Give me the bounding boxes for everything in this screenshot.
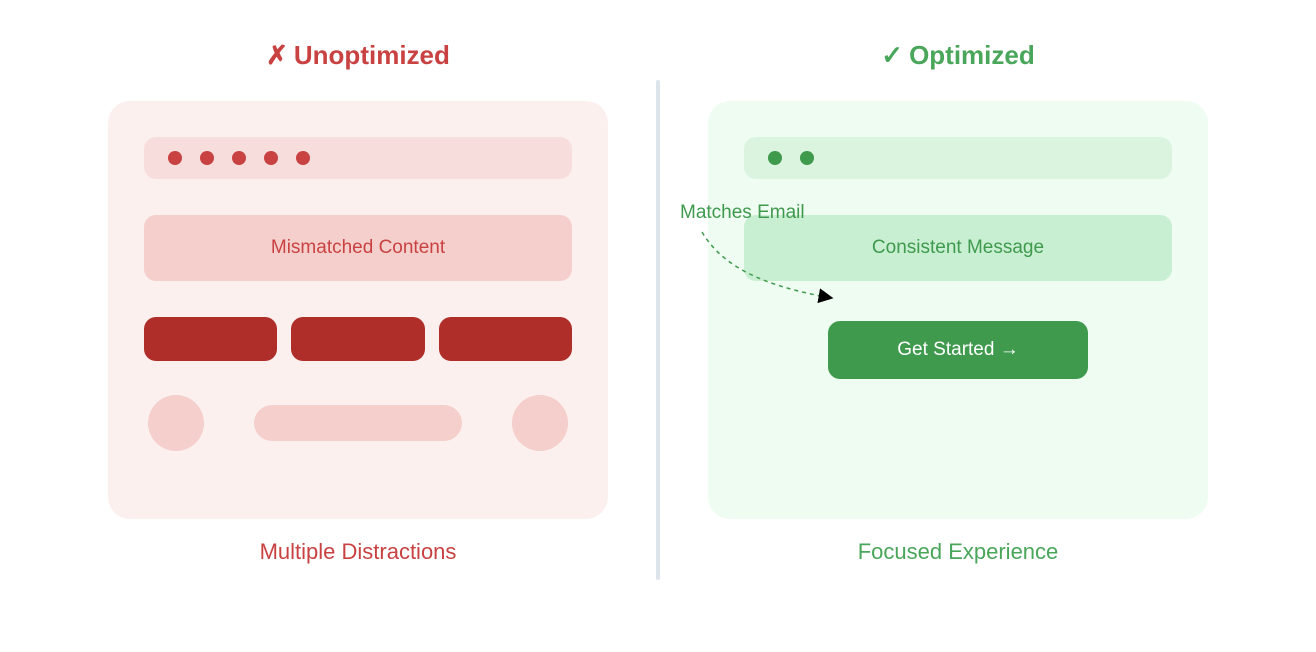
annotation-label: Matches Email: [680, 202, 805, 224]
cta-block: [439, 317, 572, 361]
hero-unoptimized: Mismatched Content: [144, 215, 572, 281]
extra-circle: [148, 395, 204, 451]
nav-bar-optimized: [744, 137, 1172, 179]
caption-optimized: Focused Experience: [858, 539, 1059, 565]
nav-dot: [296, 151, 310, 165]
cta-row-unoptimized: [144, 317, 572, 361]
extra-circle: [512, 395, 568, 451]
optimized-title: ✓Optimized: [881, 40, 1034, 71]
nav-bar-unoptimized: [144, 137, 572, 179]
optimized-column: ✓Optimized Consistent Message Get Starte…: [660, 40, 1256, 612]
nav-dot: [200, 151, 214, 165]
caption-unoptimized: Multiple Distractions: [260, 539, 457, 565]
check-icon: ✓: [881, 40, 903, 70]
extras-row: [144, 395, 572, 451]
unoptimized-panel: Mismatched Content: [108, 101, 608, 519]
nav-dot: [264, 151, 278, 165]
cta-block: [291, 317, 424, 361]
x-icon: ✗: [266, 40, 288, 70]
annotation-arrow-icon: [692, 226, 852, 316]
cta-block: [144, 317, 277, 361]
primary-cta-button[interactable]: Get Started →: [828, 321, 1088, 379]
unoptimized-column: ✗Unoptimized Mismatched Content Mu: [60, 40, 656, 612]
unoptimized-title: ✗Unoptimized: [266, 40, 450, 71]
unoptimized-title-text: Unoptimized: [294, 40, 450, 70]
extra-bar: [254, 405, 462, 441]
nav-dot: [768, 151, 782, 165]
nav-dot: [800, 151, 814, 165]
nav-dot: [232, 151, 246, 165]
optimized-title-text: Optimized: [909, 40, 1035, 70]
nav-dot: [168, 151, 182, 165]
